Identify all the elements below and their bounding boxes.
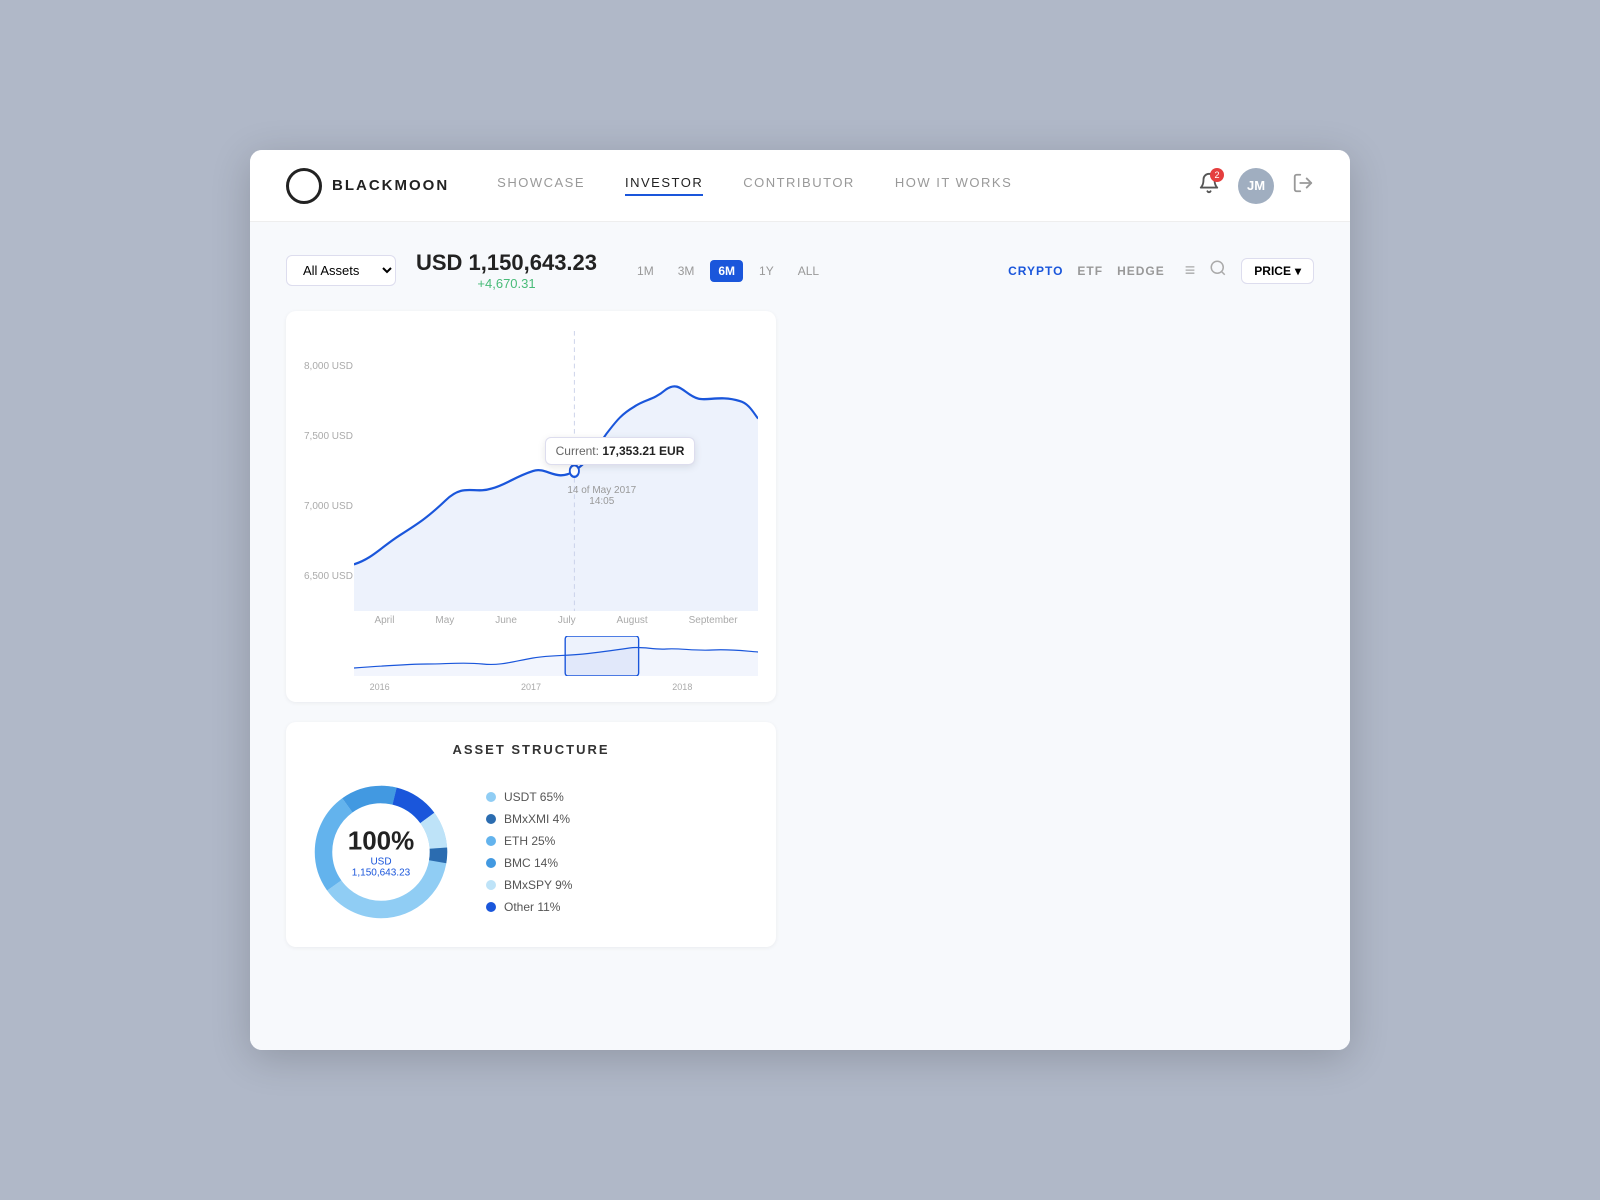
left-panel: 8,000 USD 7,500 USD 7,000 USD 6,500 USD <box>286 311 776 1022</box>
chart-tooltip: Current: 17,353.21 EUR <box>545 437 696 465</box>
mini-chart <box>354 636 758 676</box>
app-window: BLACKMOON SHOWCASE INVESTOR CONTRIBUTOR … <box>250 150 1350 1050</box>
content-row: 8,000 USD 7,500 USD 7,000 USD 6,500 USD <box>286 311 1314 1022</box>
nav-showcase[interactable]: SHOWCASE <box>497 175 585 196</box>
header-right: 2 JM <box>1198 168 1314 204</box>
asset-select[interactable]: All Assets <box>286 255 396 286</box>
legend-item-usdt: USDT 65% <box>486 790 572 804</box>
asset-legend: USDT 65% BMxXMI 4% ETH 25% BMC 14% BMxSPY 9%… <box>486 790 572 914</box>
price-sort-button[interactable]: PRICE ▾ <box>1241 258 1314 284</box>
view-controls: ≡ PRICE ▾ <box>1185 258 1314 284</box>
legend-item-other: Other 11% <box>486 900 572 914</box>
chart-x-labels: April May June July August September <box>354 611 758 630</box>
main-nav: SHOWCASE INVESTOR CONTRIBUTOR HOW IT WOR… <box>497 175 1198 196</box>
legend-item-bmc: BMC 14% <box>486 856 572 870</box>
chart-svg <box>354 331 758 611</box>
usd-total-value: USD 1,150,643.23 <box>416 250 597 276</box>
donut-usd: USD 1,150,643.23 <box>344 857 419 879</box>
search-icon[interactable] <box>1209 259 1227 282</box>
type-btn-hedge[interactable]: HEDGE <box>1117 264 1165 278</box>
logout-icon[interactable] <box>1292 172 1314 200</box>
type-btn-crypto[interactable]: CRYPTO <box>1008 264 1063 278</box>
legend-item-bmxspy: BMxSPY 9% <box>486 878 572 892</box>
type-btn-etf[interactable]: ETF <box>1077 264 1103 278</box>
nav-investor[interactable]: INVESTOR <box>625 175 703 196</box>
chart-card: 8,000 USD 7,500 USD 7,000 USD 6,500 USD <box>286 311 776 702</box>
avatar[interactable]: JM <box>1238 168 1274 204</box>
logo-text: BLACKMOON <box>332 177 449 194</box>
nav-contributor[interactable]: CONTRIBUTOR <box>743 175 855 196</box>
donut-center: 100% USD 1,150,643.23 <box>344 826 419 879</box>
total-value-display: USD 1,150,643.23 +4,670.31 <box>416 250 597 291</box>
main-content: All Assets USD 1,150,643.23 +4,670.31 1M… <box>250 222 1350 1050</box>
list-view-icon[interactable]: ≡ <box>1185 260 1196 281</box>
top-bar: All Assets USD 1,150,643.23 +4,670.31 1M… <box>286 250 1314 291</box>
right-panel <box>796 311 1314 1022</box>
legend-item-bmxxmi: BMxXMI 4% <box>486 812 572 826</box>
chart-container: 8,000 USD 7,500 USD 7,000 USD 6,500 USD <box>304 331 758 611</box>
chart-date-label: 14 of May 2017 14:05 <box>567 485 636 507</box>
notification-count: 2 <box>1210 168 1224 182</box>
time-filter-group: 1M 3M 6M 1Y ALL <box>629 260 827 282</box>
legend-item-eth: ETH 25% <box>486 834 572 848</box>
logo-icon <box>286 168 322 204</box>
header: BLACKMOON SHOWCASE INVESTOR CONTRIBUTOR … <box>250 150 1350 222</box>
time-btn-all[interactable]: ALL <box>790 260 827 282</box>
asset-structure-title: ASSET STRUCTURE <box>306 742 756 757</box>
nav-how-it-works[interactable]: HOW IT WORKS <box>895 175 1012 196</box>
chart-y-labels: 8,000 USD 7,500 USD 7,000 USD 6,500 USD <box>304 331 353 611</box>
time-btn-3m[interactable]: 3M <box>670 260 703 282</box>
donut-chart: 100% USD 1,150,643.23 <box>306 777 456 927</box>
time-btn-1m[interactable]: 1M <box>629 260 662 282</box>
mini-chart-years: 2016 2017 2018 <box>304 682 758 692</box>
donut-percent: 100% <box>344 826 419 857</box>
time-btn-6m[interactable]: 6M <box>710 260 743 282</box>
usd-total-change: +4,670.31 <box>416 276 597 291</box>
asset-structure-inner: 100% USD 1,150,643.23 USDT 65% BMxXMI 4% E… <box>306 777 756 927</box>
type-filter-group: CRYPTO ETF HEDGE <box>1008 264 1165 278</box>
asset-structure-card: ASSET STRUCTURE <box>286 722 776 947</box>
logo-area: BLACKMOON <box>286 168 449 204</box>
time-btn-1y[interactable]: 1Y <box>751 260 782 282</box>
notification-bell[interactable]: 2 <box>1198 172 1220 199</box>
